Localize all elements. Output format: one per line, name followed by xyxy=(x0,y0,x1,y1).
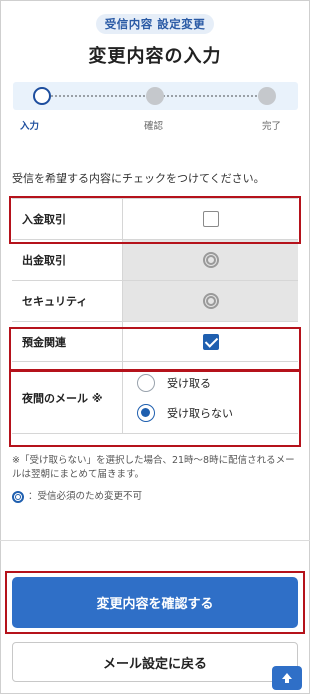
radio-option-receive[interactable]: 受け取る xyxy=(137,372,211,394)
double-circle-icon xyxy=(12,491,24,503)
night-mail-radio-group: 受け取る 受け取らない xyxy=(122,362,298,433)
radio-option-not-receive[interactable]: 受け取らない xyxy=(137,402,233,424)
option-row-security: セキュリティ xyxy=(12,281,298,322)
page-title: 変更内容の入力 xyxy=(88,46,222,67)
confirm-button[interactable]: 変更内容を確認する xyxy=(12,577,298,628)
badge-wrapper: 受信内容 設定変更 xyxy=(0,13,310,34)
arrow-up-icon xyxy=(282,673,292,683)
option-row-savings: 預金関連 xyxy=(12,322,298,362)
option-label-savings: 預金関連 xyxy=(12,322,122,361)
progress-stepper xyxy=(13,82,298,110)
option-row-withdrawal: 出金取引 xyxy=(12,240,298,281)
radio-not-receive[interactable] xyxy=(137,404,155,422)
radio-label-not-receive: 受け取らない xyxy=(167,407,233,420)
deposit-checkbox[interactable] xyxy=(202,211,219,227)
step-label-confirm: 確認 xyxy=(144,121,164,132)
option-label-withdrawal: 出金取引 xyxy=(12,240,122,280)
step-input-dot xyxy=(33,87,51,105)
step-confirm-dot xyxy=(146,87,164,105)
radio-receive[interactable] xyxy=(137,374,155,392)
step-complete-dot xyxy=(258,87,276,105)
section-badge: 受信内容 設定変更 xyxy=(95,14,215,34)
option-row-deposit: 入金取引 xyxy=(12,199,298,240)
night-mail-note: ※「受け取らない」を選択した場合、21時〜8時に配信されるメールは翌朝にまとめて… xyxy=(12,455,295,480)
option-control-withdrawal xyxy=(122,240,298,280)
radio-label-receive: 受け取る xyxy=(167,377,211,390)
locked-legend-text: ：受信必須のため変更不可 xyxy=(28,491,143,502)
section-divider xyxy=(0,540,310,541)
option-row-night-mail: 夜間のメール ※ 受け取る 受け取らない xyxy=(12,362,298,434)
double-circle-icon xyxy=(202,252,219,268)
instruction-text: 受信を希望する内容にチェックをつけてください。 xyxy=(12,172,265,185)
option-label-security: セキュリティ xyxy=(12,281,122,321)
option-label-deposit: 入金取引 xyxy=(12,199,122,239)
locked-legend: ：受信必須のため変更不可 xyxy=(12,490,142,504)
back-to-mail-settings-button[interactable]: メール設定に戻る xyxy=(12,642,298,682)
options-table: 入金取引 出金取引 セキュリティ 預金関連 夜間のメール ※ 受け取る 受け取ら… xyxy=(12,198,298,434)
savings-checkbox[interactable] xyxy=(202,333,219,350)
step-label-complete: 完了 xyxy=(262,121,282,132)
step-label-input: 入力 xyxy=(20,121,40,132)
scroll-top-button[interactable] xyxy=(272,666,302,690)
option-control-savings xyxy=(122,322,298,361)
double-circle-icon xyxy=(202,293,219,309)
option-control-security xyxy=(122,281,298,321)
option-label-night-mail: 夜間のメール ※ xyxy=(12,362,122,433)
option-control-deposit xyxy=(122,199,298,239)
